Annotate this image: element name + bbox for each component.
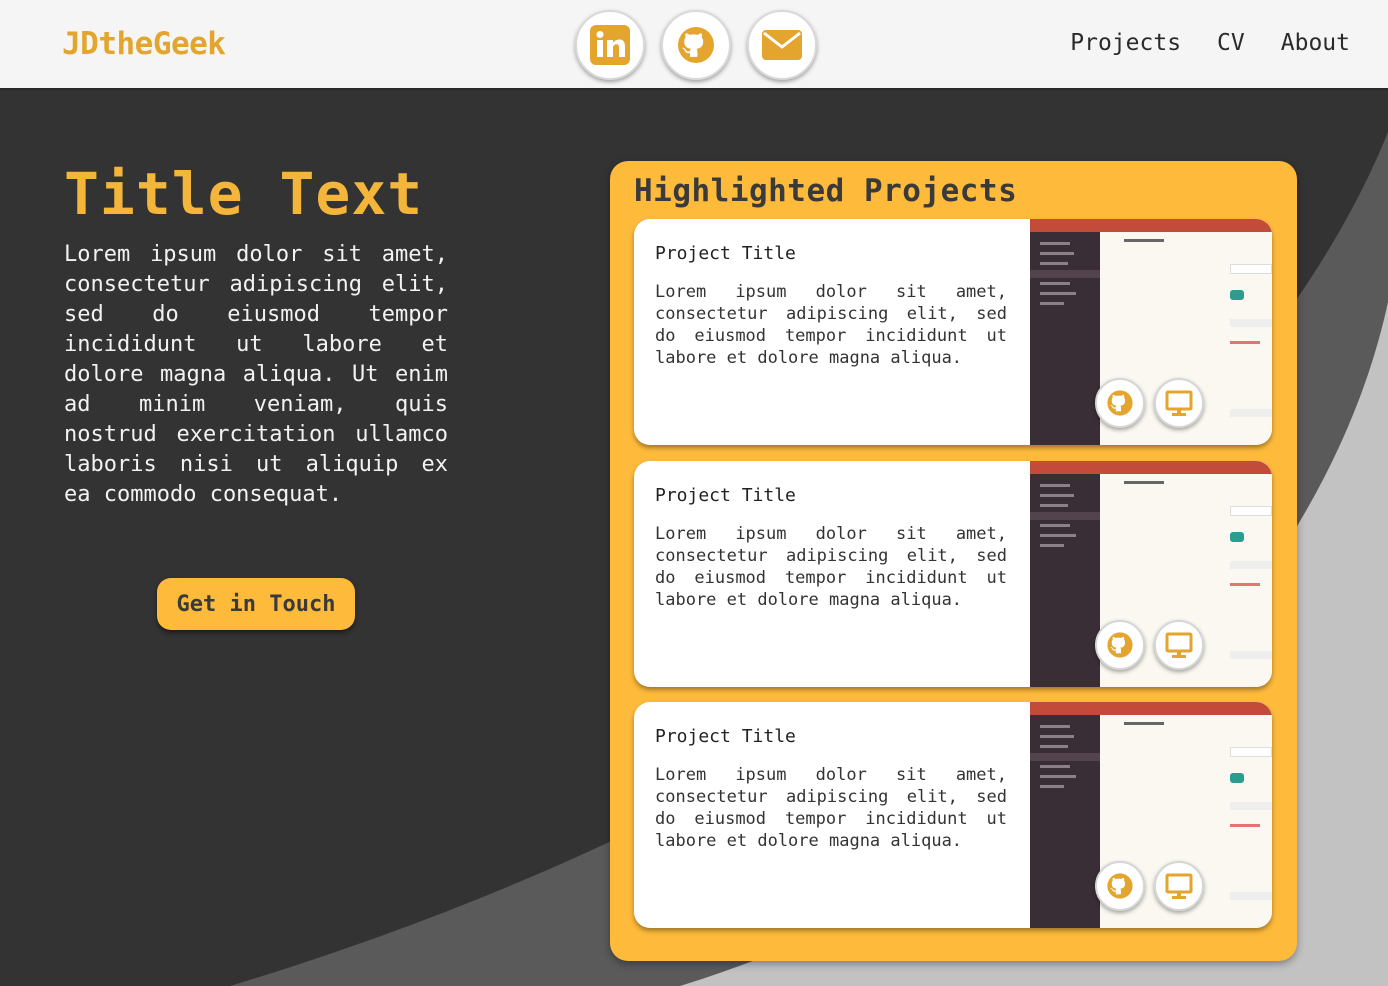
monitor-icon — [1165, 632, 1193, 658]
mail-icon — [762, 30, 802, 60]
project-screenshot — [1030, 461, 1272, 687]
project-title: Project Title — [655, 485, 796, 506]
github-link-button[interactable] — [1095, 861, 1145, 911]
project-title: Project Title — [655, 726, 796, 747]
project-title: Project Title — [655, 243, 796, 264]
demo-link-button[interactable] — [1154, 378, 1204, 428]
github-icon — [1107, 873, 1133, 899]
nav-about[interactable]: About — [1281, 30, 1350, 56]
project-description: Lorem ipsum dolor sit amet, consectetur … — [655, 765, 1007, 851]
project-description: Lorem ipsum dolor sit amet, consectetur … — [655, 282, 1007, 368]
hero-title: Title Text — [64, 160, 424, 228]
demo-link-button[interactable] — [1154, 620, 1204, 670]
github-icon — [1107, 632, 1133, 658]
github-link-button[interactable] — [1095, 378, 1145, 428]
monitor-icon — [1165, 390, 1193, 416]
project-card[interactable]: Project Title Lorem ipsum dolor sit amet… — [634, 219, 1272, 445]
project-card[interactable]: Project Title Lorem ipsum dolor sit amet… — [634, 702, 1272, 928]
github-button[interactable] — [661, 10, 731, 80]
social-links — [575, 10, 817, 80]
site-logo[interactable]: JDtheGeek — [62, 26, 226, 62]
hero-body: Lorem ipsum dolor sit amet, consectetur … — [64, 242, 448, 507]
email-button[interactable] — [747, 10, 817, 80]
project-description: Lorem ipsum dolor sit amet, consectetur … — [655, 524, 1007, 610]
main-nav: Projects CV About — [1070, 30, 1350, 56]
highlighted-projects-panel: Highlighted Projects Project Title Lorem… — [610, 161, 1297, 961]
monitor-icon — [1165, 873, 1193, 899]
nav-projects[interactable]: Projects — [1070, 30, 1181, 56]
demo-link-button[interactable] — [1154, 861, 1204, 911]
github-icon — [678, 27, 714, 63]
github-icon — [1107, 390, 1133, 416]
get-in-touch-button[interactable]: Get in Touch — [157, 578, 355, 630]
project-screenshot — [1030, 702, 1272, 928]
linkedin-icon — [590, 25, 630, 65]
project-card[interactable]: Project Title Lorem ipsum dolor sit amet… — [634, 461, 1272, 687]
github-link-button[interactable] — [1095, 620, 1145, 670]
section-heading: Highlighted Projects — [634, 173, 1018, 209]
linkedin-button[interactable] — [575, 10, 645, 80]
header: JDtheGeek Projects CV About — [0, 0, 1388, 90]
nav-cv[interactable]: CV — [1217, 30, 1245, 56]
project-screenshot — [1030, 219, 1272, 445]
